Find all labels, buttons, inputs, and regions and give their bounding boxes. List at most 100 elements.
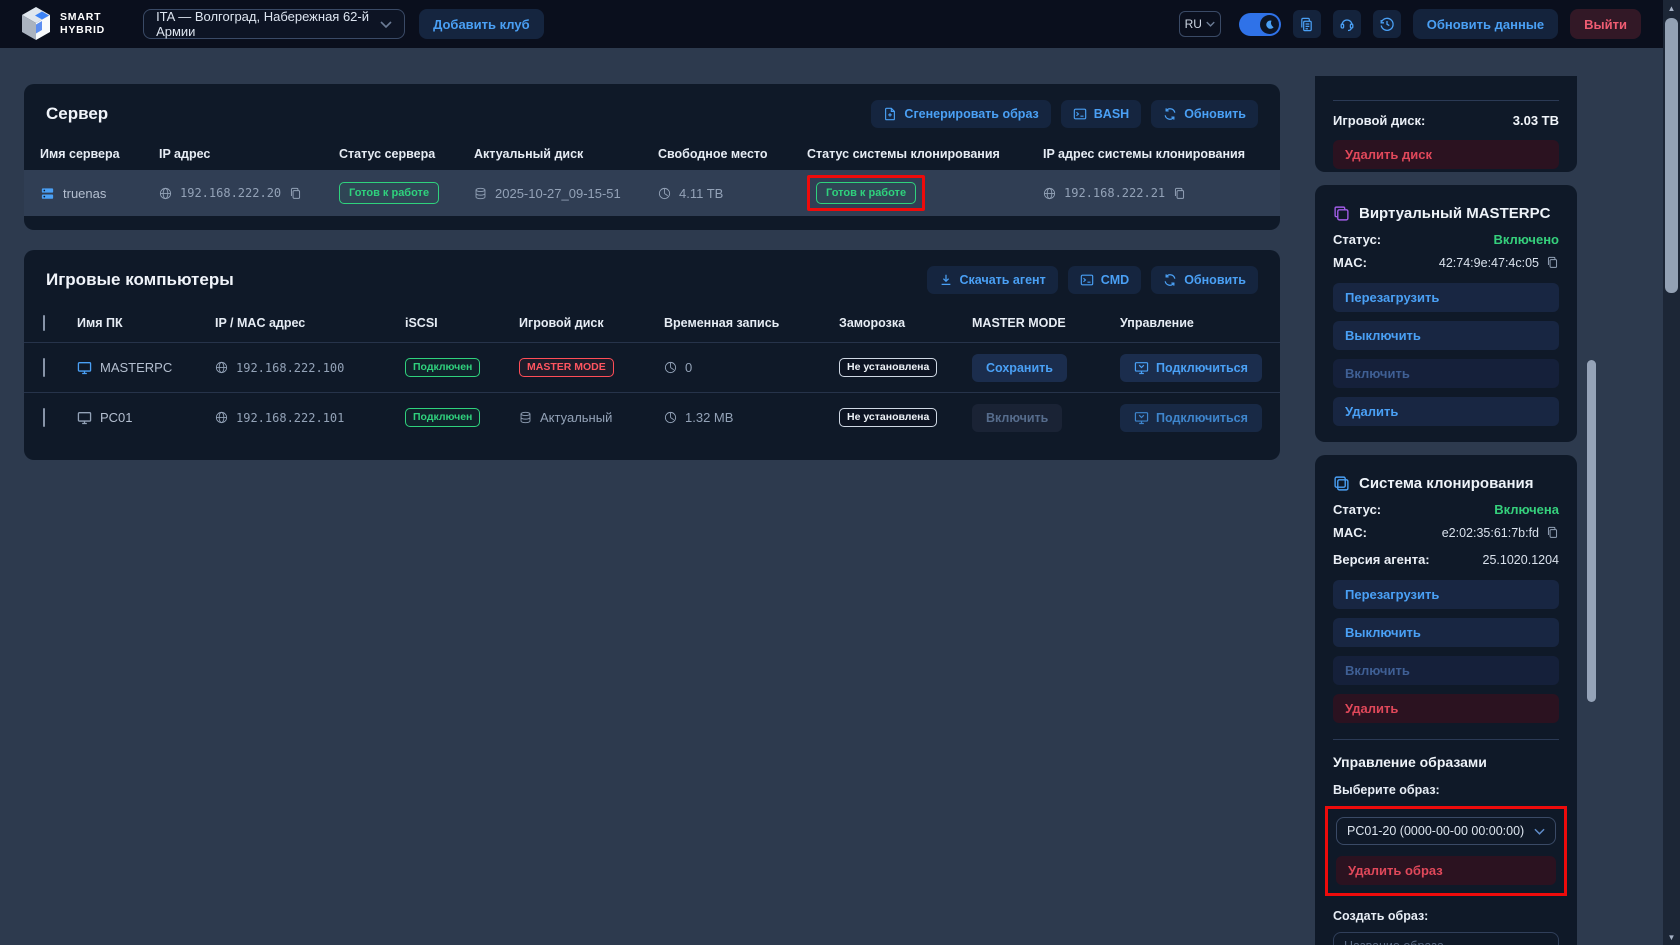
copy-icon[interactable]: [1173, 187, 1186, 200]
page-scrollbar[interactable]: ▲ ▼: [1663, 0, 1680, 945]
globe-icon: [159, 187, 172, 200]
copy-icon[interactable]: [1546, 526, 1559, 539]
col-pc-name: Имя ПК: [77, 316, 215, 330]
clone-reboot-button[interactable]: Перезагрузить: [1333, 580, 1559, 609]
club-selector[interactable]: ITA — Волгоград, Набережная 62-й Армии: [143, 9, 405, 39]
pc-row-masterpc[interactable]: MASTERPC 192.168.222.100 Подключен MASTE…: [24, 342, 1280, 392]
remote-desktop-icon: [1134, 411, 1149, 425]
computers-panel-title: Игровые компьютеры: [46, 270, 234, 290]
logo-icon: [20, 6, 52, 42]
clone-mac-value: e2:02:35:61:7b:fd: [1442, 526, 1539, 540]
agent-version-label: Версия агента:: [1333, 552, 1430, 567]
pc-name: MASTERPC: [100, 360, 172, 375]
sidebar-scrollbar-thumb[interactable]: [1587, 360, 1596, 702]
col-master-mode: MASTER MODE: [972, 316, 1120, 330]
support-icon[interactable]: [1333, 10, 1361, 38]
monitor-icon: [77, 361, 92, 375]
bash-button[interactable]: BASH: [1061, 100, 1141, 128]
agent-version-value: 25.1020.1204: [1483, 553, 1559, 567]
vm-delete-button[interactable]: Удалить: [1333, 397, 1559, 426]
clone-shutdown-button[interactable]: Выключить: [1333, 618, 1559, 647]
scroll-down-arrow[interactable]: ▼: [1663, 929, 1680, 945]
language-selector[interactable]: RU: [1179, 11, 1221, 37]
remote-desktop-icon: [1134, 361, 1149, 375]
game-disk-card: Игровой диск: 3.03 TB Удалить диск: [1315, 76, 1577, 172]
pc-ip: 192.168.222.100: [236, 361, 344, 375]
generate-image-button[interactable]: Сгенерировать образ: [871, 100, 1050, 128]
copy-icon[interactable]: [289, 187, 302, 200]
divider: [1333, 739, 1559, 740]
clone-status-label: Статус:: [1333, 502, 1381, 517]
col-game-disk: Игровой диск: [519, 316, 664, 330]
clone-poweron-button[interactable]: Включить: [1333, 656, 1559, 685]
cmd-button[interactable]: CMD: [1068, 266, 1141, 294]
row-checkbox[interactable]: [43, 408, 45, 427]
monitor-icon: [77, 411, 92, 425]
page-scrollbar-thumb[interactable]: [1665, 18, 1678, 293]
club-selector-value: ITA — Волгоград, Набережная 62-й Армии: [156, 9, 380, 39]
pc-name: PC01: [100, 410, 133, 425]
image-select[interactable]: PC01-20 (0000-00-00 00:00:00): [1336, 817, 1556, 845]
top-navbar: SMART HYBRID ITA — Волгоград, Набережная…: [0, 0, 1663, 48]
copy-icon[interactable]: [1546, 256, 1559, 269]
game-disk-text: Актуальный: [540, 410, 612, 425]
terminal-icon: [1080, 273, 1094, 287]
logout-button[interactable]: Выйти: [1570, 9, 1641, 39]
gauge-icon: [658, 187, 671, 200]
delete-disk-button[interactable]: Удалить диск: [1333, 140, 1559, 169]
vm-mac-value: 42:74:9e:47:4c:05: [1439, 256, 1539, 270]
clone-ip: 192.168.222.21: [1064, 186, 1165, 200]
game-disk-badge: MASTER MODE: [519, 358, 614, 378]
connect-button[interactable]: Подключиться: [1120, 404, 1262, 432]
master-mode-save-button[interactable]: Сохранить: [972, 354, 1067, 382]
vm-card-title: Виртуальный MASTERPC: [1359, 205, 1550, 222]
vm-poweron-button[interactable]: Включить: [1333, 359, 1559, 388]
server-row[interactable]: truenas 192.168.222.20 Готов к работе: [24, 170, 1280, 216]
computers-panel: Игровые компьютеры Скачать агент CMD: [24, 250, 1280, 460]
temp-write-value: 0: [685, 360, 692, 375]
refresh-icon: [1163, 273, 1177, 287]
select-all-checkbox[interactable]: [43, 315, 45, 331]
refresh-data-button[interactable]: Обновить данные: [1413, 9, 1558, 39]
server-ip: 192.168.222.20: [180, 186, 281, 200]
annotation-rect-clone-status: Готов к работе: [807, 175, 925, 211]
connect-button[interactable]: Подключиться: [1120, 354, 1262, 382]
clone-icon: [1333, 475, 1350, 492]
right-sidebar: Игровой диск: 3.03 TB Удалить диск Вирту…: [1315, 76, 1577, 945]
row-checkbox[interactable]: [43, 358, 45, 377]
pc-row-pc01[interactable]: PC01 192.168.222.101 Подключен Актуальны…: [24, 392, 1280, 442]
computers-refresh-button[interactable]: Обновить: [1151, 266, 1258, 294]
col-temp-write: Временная запись: [664, 316, 839, 330]
clone-system-card: Система клонирования Статус: Включена MA…: [1315, 455, 1577, 945]
brand-name: SMART HYBRID: [60, 11, 105, 36]
col-freeze: Заморозка: [839, 316, 972, 330]
documents-icon[interactable]: [1293, 10, 1321, 38]
virtual-masterpc-card: Виртуальный MASTERPC Статус: Включено MA…: [1315, 185, 1577, 442]
master-mode-enable-button[interactable]: Включить: [972, 404, 1062, 432]
add-club-button[interactable]: Добавить клуб: [419, 9, 544, 39]
gauge-icon: [664, 411, 677, 424]
refresh-icon: [1163, 107, 1177, 121]
globe-icon: [215, 411, 228, 424]
select-image-label: Выберите образ:: [1333, 783, 1559, 797]
vm-shutdown-button[interactable]: Выключить: [1333, 321, 1559, 350]
divider: [1333, 100, 1559, 101]
vm-reboot-button[interactable]: Перезагрузить: [1333, 283, 1559, 312]
pc-ip: 192.168.222.101: [236, 411, 344, 425]
col-server-name: Имя сервера: [40, 147, 159, 161]
theme-toggle[interactable]: [1239, 13, 1281, 36]
freeze-badge: Не установлена: [839, 408, 937, 428]
history-icon[interactable]: [1373, 10, 1401, 38]
connect-label: Подключиться: [1156, 411, 1248, 425]
annotation-rect-image-select: PC01-20 (0000-00-00 00:00:00) Удалить об…: [1325, 806, 1567, 896]
scroll-up-arrow[interactable]: ▲: [1663, 0, 1680, 16]
temp-write-value: 1.32 MB: [685, 410, 733, 425]
server-refresh-button[interactable]: Обновить: [1151, 100, 1258, 128]
delete-image-button[interactable]: Удалить образ: [1336, 856, 1556, 885]
image-name-input[interactable]: [1333, 932, 1559, 945]
col-free-space: Свободное место: [658, 147, 807, 161]
generate-image-label: Сгенерировать образ: [904, 107, 1038, 121]
download-agent-button[interactable]: Скачать агент: [927, 266, 1058, 294]
brand: SMART HYBRID: [20, 6, 105, 42]
clone-delete-button[interactable]: Удалить: [1333, 694, 1559, 723]
